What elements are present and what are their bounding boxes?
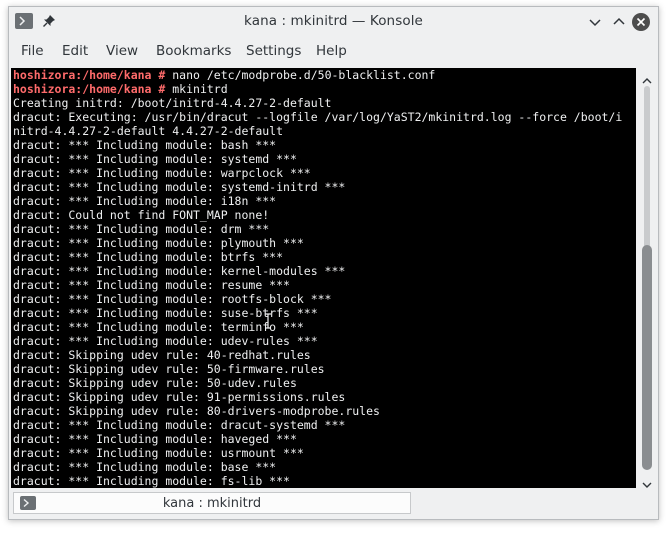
maximize-icon[interactable] <box>609 12 629 32</box>
terminal-line: dracut: *** Including module: systemd-in… <box>13 180 622 194</box>
menu-file[interactable]: File <box>21 43 44 59</box>
terminal-line: dracut: *** Including module: suse-btrfs… <box>13 306 622 320</box>
terminal-line: dracut: *** Including module: drm *** <box>13 222 622 236</box>
output-text: dracut: *** Including module: plymouth *… <box>13 236 304 250</box>
menu-view[interactable]: View <box>106 43 138 59</box>
output-text: dracut: *** Including module: systemd **… <box>13 152 297 166</box>
shell-prompt: hoshizora:/home/kana # <box>13 82 166 96</box>
terminal-line: dracut: *** Including module: haveged **… <box>13 432 622 446</box>
terminal-line: dracut: *** Including module: systemd **… <box>13 152 622 166</box>
terminal-line: dracut: Could not find FONT_MAP none! <box>13 208 622 222</box>
terminal-line: dracut: Skipping udev rule: 40-redhat.ru… <box>13 348 622 362</box>
command-text: nano /etc/modprobe.d/50-blacklist.conf <box>165 68 436 82</box>
output-text: dracut: *** Including module: kernel-mod… <box>13 264 346 278</box>
output-text: dracut: *** Including module: resume *** <box>13 278 290 292</box>
terminal-view[interactable]: hoshizora:/home/kana # nano /etc/modprob… <box>11 68 636 488</box>
tab-bar: kana : mkinitrd <box>11 491 656 517</box>
tab-label: kana : mkinitrd <box>162 496 262 511</box>
terminal-line: dracut: Skipping udev rule: 50-udev.rule… <box>13 376 622 390</box>
title-bar[interactable]: kana : mkinitrd — Konsole <box>9 7 658 36</box>
terminal-line: dracut: *** Including module: kernel-mod… <box>13 264 622 278</box>
output-text: dracut: *** Including module: rootfs-blo… <box>13 292 332 306</box>
output-text: dracut: Skipping udev rule: 91-permissio… <box>13 390 346 404</box>
output-text: dracut: *** Including module: fs-lib *** <box>13 474 290 488</box>
output-text: dracut: *** Including module: drm *** <box>13 222 270 236</box>
menu-settings[interactable]: Settings <box>246 43 301 59</box>
menu-edit[interactable]: Edit <box>62 43 88 59</box>
output-text: dracut: *** Including module: base *** <box>13 460 277 474</box>
output-text: dracut: *** Including module: i18n *** <box>13 194 277 208</box>
terminal-line: hoshizora:/home/kana # mkinitrd <box>13 82 622 96</box>
minimize-icon[interactable] <box>585 12 605 32</box>
output-text: dracut: *** Including module: btrfs *** <box>13 250 284 264</box>
terminal-line: dracut: *** Including module: fs-lib *** <box>13 474 622 488</box>
terminal-line: dracut: Executing: /usr/bin/dracut --log… <box>13 110 622 124</box>
terminal-line: dracut: *** Including module: resume *** <box>13 278 622 292</box>
tab-kana-mkinitrd[interactable]: kana : mkinitrd <box>13 492 411 514</box>
terminal-line: dracut: *** Including module: dracut-sys… <box>13 418 622 432</box>
terminal-line: dracut: Skipping udev rule: 50-firmware.… <box>13 362 622 376</box>
terminal-line: dracut: *** Including module: bash *** <box>13 138 622 152</box>
terminal-line: dracut: *** Including module: terminfo *… <box>13 320 622 334</box>
terminal-line: dracut: *** Including module: usrmount *… <box>13 446 622 460</box>
terminal-line: dracut: *** Including module: rootfs-blo… <box>13 292 622 306</box>
terminal-line: dracut: *** Including module: udev-rules… <box>13 334 622 348</box>
terminal-line: dracut: *** Including module: btrfs *** <box>13 250 622 264</box>
output-text: dracut: *** Including module: udev-rules… <box>13 334 318 348</box>
scroll-down-icon[interactable] <box>641 475 653 488</box>
output-text: dracut: Skipping udev rule: 80-drivers-m… <box>13 404 380 418</box>
output-text: Creating initrd: /boot/initrd-4.4.27-2-d… <box>13 96 332 110</box>
output-text: dracut: Skipping udev rule: 50-firmware.… <box>13 362 325 376</box>
terminal-line: dracut: *** Including module: i18n *** <box>13 194 622 208</box>
output-text: dracut: Could not find FONT_MAP none! <box>13 208 270 222</box>
scroll-up-icon[interactable] <box>641 71 653 84</box>
scroll-thumb[interactable] <box>642 245 652 470</box>
close-icon[interactable] <box>632 13 650 31</box>
output-text: dracut: *** Including module: dracut-sys… <box>13 418 346 432</box>
output-text: dracut: *** Including module: terminfo *… <box>13 320 304 334</box>
terminal-output: hoshizora:/home/kana # nano /etc/modprob… <box>13 68 622 488</box>
output-text: dracut: *** Including module: suse-btrfs… <box>13 306 318 320</box>
terminal-line: dracut: *** Including module: warpclock … <box>13 166 622 180</box>
window-title: kana : mkinitrd — Konsole <box>244 13 423 29</box>
terminal-line: dracut: *** Including module: base *** <box>13 460 622 474</box>
terminal-line: dracut: Skipping udev rule: 80-drivers-m… <box>13 404 622 418</box>
output-text: dracut: *** Including module: bash *** <box>13 138 277 152</box>
terminal-line: dracut: *** Including module: plymouth *… <box>13 236 622 250</box>
terminal-line: hoshizora:/home/kana # nano /etc/modprob… <box>13 68 622 82</box>
command-text: mkinitrd <box>165 82 228 96</box>
output-text: dracut: Executing: /usr/bin/dracut --log… <box>13 110 623 124</box>
ibeam-cursor-icon <box>265 313 271 329</box>
output-text: dracut: *** Including module: usrmount *… <box>13 446 304 460</box>
menu-bar: File Edit View Bookmarks Settings Help <box>9 36 658 65</box>
output-text: dracut: *** Including module: systemd-in… <box>13 180 346 194</box>
menu-help[interactable]: Help <box>316 43 347 59</box>
shell-prompt: hoshizora:/home/kana # <box>13 68 166 82</box>
vertical-scrollbar[interactable] <box>637 68 657 488</box>
terminal-line: nitrd-4.4.27-2-default 4.4.27-2-default <box>13 124 622 138</box>
menu-bookmarks[interactable]: Bookmarks <box>156 43 231 59</box>
konsole-window: kana : mkinitrd — Konsole File Edit View… <box>8 6 659 520</box>
output-text: dracut: *** Including module: haveged **… <box>13 432 297 446</box>
output-text: dracut: *** Including module: warpclock … <box>13 166 311 180</box>
output-text: dracut: Skipping udev rule: 40-redhat.ru… <box>13 348 311 362</box>
output-text: nitrd-4.4.27-2-default 4.4.27-2-default <box>13 124 284 138</box>
terminal-line: Creating initrd: /boot/initrd-4.4.27-2-d… <box>13 96 622 110</box>
terminal-line: dracut: Skipping udev rule: 91-permissio… <box>13 390 622 404</box>
output-text: dracut: Skipping udev rule: 50-udev.rule… <box>13 376 297 390</box>
